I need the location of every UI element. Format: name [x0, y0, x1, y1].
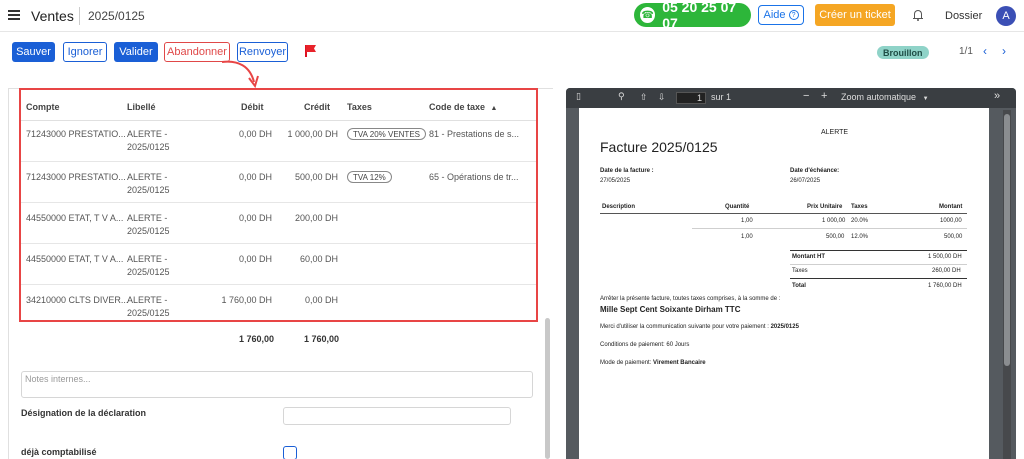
arrow-up-icon[interactable]: ⇧ [640, 92, 648, 103]
table-highlight-box [19, 88, 538, 322]
communication-line: Merci d'utiliser la communication suivan… [600, 324, 799, 330]
accounted-label: déjà comptabilisé [21, 447, 97, 457]
phone-support-button[interactable]: ☎ 05 20 25 07 07 [634, 0, 751, 31]
total-label: Total [792, 283, 806, 289]
zoom-out-icon[interactable]: − [803, 90, 809, 102]
totals-divider [790, 264, 967, 265]
pdf-viewer: ▯ ⚲ ⇧ ⇩ 1 sur 1 − + Zoom automatique ▼ »… [566, 88, 1016, 459]
invoice-client: ALERTE [821, 129, 849, 136]
tools-icon[interactable]: » [994, 90, 1000, 102]
zoom-select-label: Zoom automatique [841, 92, 917, 102]
status-badge: Brouillon [877, 46, 929, 59]
inv-line-divider [692, 228, 967, 229]
validate-button[interactable]: Valider [114, 42, 158, 62]
inv-line-amount: 500,00 [944, 234, 963, 240]
payment-mode-label: Mode de paiement: [600, 360, 652, 366]
page-total: sur 1 [711, 92, 732, 102]
title-separator [79, 7, 80, 25]
dossier-menu[interactable]: Dossier [945, 10, 982, 22]
pdf-toolbar: ▯ ⚲ ⇧ ⇩ 1 sur 1 − + Zoom automatique ▼ » [566, 88, 1016, 108]
inv-line-amount: 1000,00 [940, 218, 962, 224]
chevron-right-icon[interactable]: › [1002, 44, 1006, 58]
question-icon: ? [788, 10, 799, 20]
notes-placeholder: Notes internes... [25, 374, 91, 384]
totals-top-line [790, 250, 967, 251]
inv-line-tax: 12.0% [851, 234, 869, 240]
internal-notes-field[interactable] [21, 371, 533, 398]
help-label: Aide [763, 9, 786, 21]
payment-mode-line: Mode de paiement: Virement Bancaire [600, 360, 706, 366]
record-reference: 2025/0125 [88, 9, 145, 23]
pdf-page: ALERTE Facture 2025/0125 Date de la fact… [579, 108, 989, 459]
arrow-down-icon[interactable]: ⇩ [658, 92, 666, 103]
total-value: 1 760,00 DH [928, 283, 962, 289]
pager-counter: 1/1 [959, 46, 973, 57]
flag-icon[interactable] [305, 45, 317, 57]
inv-header-line [600, 213, 967, 214]
inv-line-qty: 1,00 [741, 218, 753, 224]
inv-line-tax: 20.0% [851, 218, 869, 224]
taxes-value: 260,00 DH [932, 268, 961, 274]
avatar[interactable]: A [996, 6, 1016, 26]
payment-conditions: Conditions de paiement: 60 Jours [600, 342, 690, 348]
taxes-label: Taxes [792, 268, 808, 274]
help-button[interactable]: Aide ? [758, 5, 804, 25]
app-title[interactable]: Ventes [31, 8, 74, 24]
invoice-date-label: Date de la facture : [600, 168, 654, 174]
ht-value: 1 500,00 DH [928, 254, 962, 260]
amount-intro: Arrêter la présente facture, toutes taxe… [600, 296, 781, 302]
ht-label: Montant HT [792, 254, 825, 260]
zoom-select[interactable]: Zoom automatique ▼ [841, 92, 929, 102]
search-icon[interactable]: ⚲ [618, 91, 625, 102]
ignore-button[interactable]: Ignorer [63, 42, 107, 62]
zoom-in-icon[interactable]: + [821, 90, 827, 102]
declaration-label: Désignation de la déclaration [21, 408, 147, 418]
communication-text: Merci d'utiliser la communication suivan… [600, 324, 769, 330]
bell-icon[interactable] [913, 9, 923, 21]
menu-icon[interactable] [8, 10, 20, 20]
total-debit: 1 760,00 [239, 334, 275, 344]
headset-icon: ☎ [640, 7, 656, 23]
accounted-checkbox[interactable] [283, 446, 297, 459]
inv-col-amount: Montant [939, 204, 963, 210]
inv-col-unit-price: Prix Unitaire [807, 204, 843, 210]
sidebar-toggle-icon[interactable]: ▯ [576, 91, 581, 102]
declaration-input[interactable] [283, 407, 511, 425]
inv-col-taxes: Taxes [851, 204, 868, 210]
invoice-title: Facture 2025/0125 [600, 139, 718, 155]
due-date-label: Date d'échéance: [790, 168, 840, 174]
inv-line-unit: 500,00 [826, 234, 845, 240]
save-button[interactable]: Sauver [12, 42, 55, 62]
invoice-date: 27/05/2025 [600, 178, 631, 184]
inv-line-unit: 1 000,00 [822, 218, 846, 224]
create-ticket-button[interactable]: Créer un ticket [815, 4, 895, 26]
top-bar: Ventes 2025/0125 ☎ 05 20 25 07 07 Aide ?… [0, 0, 1024, 32]
phone-number: 05 20 25 07 07 [662, 0, 737, 31]
chevron-left-icon[interactable]: ‹ [983, 44, 987, 58]
total-credit: 1 760,00 [304, 334, 340, 344]
communication-ref: 2025/0125 [770, 324, 799, 330]
chevron-down-icon: ▼ [922, 96, 929, 102]
page-number-input[interactable]: 1 [676, 92, 706, 104]
due-date: 26/07/2025 [790, 178, 821, 184]
inv-line-qty: 1,00 [741, 234, 753, 240]
pdf-scrollbar-thumb[interactable] [1004, 114, 1010, 366]
inv-col-description: Description [602, 204, 636, 210]
amount-in-words: Mille Sept Cent Soixante Dirham TTC [600, 305, 741, 314]
totals-divider [790, 278, 967, 279]
payment-mode-value: Virement Bancaire [653, 360, 706, 366]
inv-col-quantity: Quantité [725, 204, 750, 210]
left-scrollbar[interactable] [545, 318, 550, 459]
